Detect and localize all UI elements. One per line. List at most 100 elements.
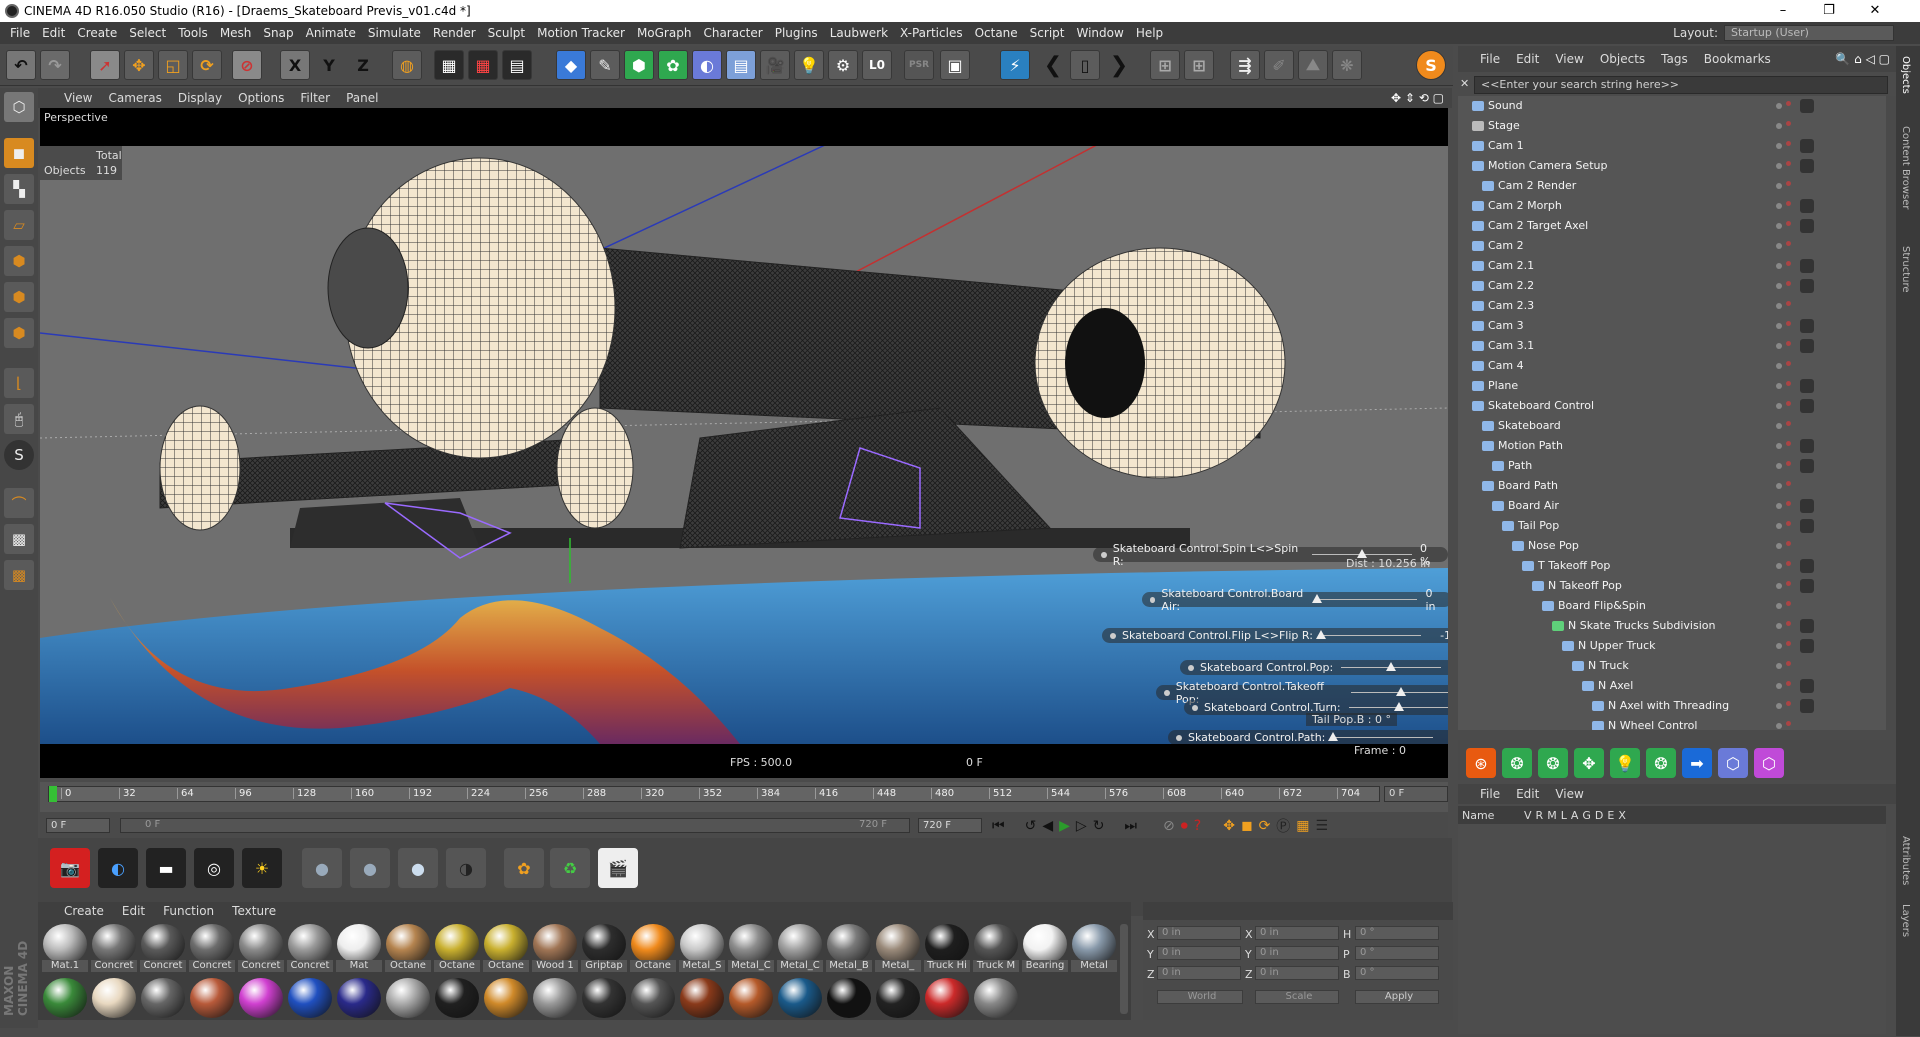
- render-dot[interactable]: [1786, 721, 1791, 726]
- material-swatch[interactable]: [238, 978, 284, 1028]
- om-menu-view[interactable]: View: [1555, 52, 1583, 66]
- object-row[interactable]: Cam 2: [1458, 236, 1898, 256]
- visibility-dot[interactable]: [1776, 183, 1782, 189]
- tag-icon[interactable]: [1800, 159, 1814, 173]
- object-row[interactable]: Skateboard Control: [1458, 396, 1898, 416]
- material-swatch[interactable]: Metal_B: [826, 924, 872, 974]
- vp-menu-display[interactable]: Display: [178, 91, 222, 105]
- hud-slider-knob[interactable]: [1312, 594, 1323, 603]
- visibility-dot[interactable]: [1776, 663, 1782, 669]
- hud-slider[interactable]: Skateboard Control.Board Air: 0 in: [1142, 587, 1448, 613]
- menu-sculpt[interactable]: Sculpt: [484, 26, 533, 40]
- visibility-dot[interactable]: [1776, 463, 1782, 469]
- rot-b-field[interactable]: 0 °: [1355, 966, 1439, 980]
- menu-snap[interactable]: Snap: [259, 26, 301, 40]
- visibility-dot[interactable]: [1776, 503, 1782, 509]
- python-icon[interactable]: ⚡: [1000, 50, 1030, 80]
- render-dot[interactable]: [1786, 281, 1791, 286]
- make-editable-icon[interactable]: ⬡: [4, 92, 34, 122]
- tag-icon[interactable]: [1800, 459, 1814, 473]
- material-swatch[interactable]: [385, 978, 431, 1028]
- paint-icon[interactable]: ✐: [1264, 50, 1294, 80]
- menu-help[interactable]: Help: [1132, 26, 1171, 40]
- hud-slider[interactable]: Skateboard Control.Flip L<>Flip R: -100 %: [1102, 628, 1448, 643]
- move-tool-icon[interactable]: ✥: [124, 50, 154, 80]
- scale-tool-icon[interactable]: ◱: [158, 50, 188, 80]
- menu-x-particles[interactable]: X-Particles: [896, 26, 971, 40]
- tab-attributes[interactable]: Attributes: [1900, 836, 1911, 885]
- pos-x-field[interactable]: 0 in: [1157, 926, 1241, 940]
- grid-snap-icon[interactable]: ⊞: [1150, 50, 1180, 80]
- tag-icon[interactable]: [1800, 139, 1814, 153]
- material-swatch[interactable]: [287, 978, 333, 1028]
- material-swatch[interactable]: Octane: [434, 924, 480, 974]
- key-pla-icon[interactable]: ▦: [1296, 818, 1309, 834]
- render-dot[interactable]: [1786, 661, 1791, 666]
- menu-render[interactable]: Render: [429, 26, 484, 40]
- rotate-tool-icon[interactable]: ⟳: [192, 50, 222, 80]
- material-swatch[interactable]: [483, 978, 529, 1028]
- hud-slider-track[interactable]: [1328, 732, 1434, 741]
- menu-script[interactable]: Script: [1026, 26, 1073, 40]
- object-row[interactable]: N Truck: [1458, 656, 1898, 676]
- octane-daylight-icon[interactable]: ◐: [98, 848, 138, 888]
- texture-mode-icon[interactable]: ▚: [4, 174, 34, 204]
- timeline-ruler[interactable]: 0 32 64 96 128 160 192 224 256 288 320 352 384 416 448…: [48, 786, 1380, 802]
- tag2-icon[interactable]: ❂: [1502, 748, 1532, 778]
- material-swatch[interactable]: Wood 1: [532, 924, 578, 974]
- material-swatch[interactable]: Concret: [287, 924, 333, 974]
- render-dot[interactable]: [1786, 321, 1791, 326]
- spline-pen-icon[interactable]: ✎: [590, 50, 620, 80]
- tag-icon[interactable]: [1800, 379, 1814, 393]
- object-row[interactable]: Path: [1458, 456, 1898, 476]
- object-row[interactable]: Cam 3: [1458, 316, 1898, 336]
- array-icon[interactable]: ✿: [658, 50, 688, 80]
- object-row[interactable]: Cam 2.1: [1458, 256, 1898, 276]
- material-swatch[interactable]: Octane: [483, 924, 529, 974]
- menu-laubwerk[interactable]: Laubwerk: [826, 26, 896, 40]
- timeline-menu-icon[interactable]: ☰: [1316, 818, 1329, 834]
- auto-key-icon[interactable]: ⏺: [1181, 818, 1188, 834]
- visibility-dot[interactable]: [1776, 643, 1782, 649]
- material-swatch[interactable]: [973, 978, 1019, 1028]
- material-swatch[interactable]: Metal_C: [777, 924, 823, 974]
- previous-icon[interactable]: ❮: [1038, 50, 1068, 80]
- tag-icon[interactable]: [1800, 319, 1814, 333]
- object-row[interactable]: Stage: [1458, 116, 1898, 136]
- rot-p-field[interactable]: 0 °: [1355, 946, 1439, 960]
- material-swatch[interactable]: [679, 978, 725, 1028]
- mat-menu-texture[interactable]: Texture: [232, 904, 276, 918]
- hud-slider-track[interactable]: [1312, 594, 1418, 603]
- render-dot[interactable]: [1786, 101, 1791, 106]
- visibility-dot[interactable]: [1776, 223, 1782, 229]
- size-y-field[interactable]: 0 in: [1255, 946, 1339, 960]
- menu-animate[interactable]: Animate: [302, 26, 364, 40]
- render-dot[interactable]: [1786, 201, 1791, 206]
- visibility-dot[interactable]: [1776, 283, 1782, 289]
- tag-icon[interactable]: [1800, 519, 1814, 533]
- material-swatch[interactable]: [42, 978, 88, 1028]
- octane-diffuse-icon[interactable]: ●: [302, 848, 342, 888]
- tab-content-browser[interactable]: Content Browser: [1900, 126, 1911, 209]
- octane-mix-icon[interactable]: ◑: [446, 848, 486, 888]
- render-dot[interactable]: [1786, 701, 1791, 706]
- deformer-icon[interactable]: ◐: [692, 50, 722, 80]
- hud-slider[interactable]: Skateboard Control.Path:0 %: [1168, 730, 1448, 745]
- menu-create[interactable]: Create: [73, 26, 125, 40]
- render-dot[interactable]: [1786, 301, 1791, 306]
- visibility-dot[interactable]: [1776, 383, 1782, 389]
- material-swatch[interactable]: Octane: [630, 924, 676, 974]
- key-rotation-icon[interactable]: ⟳: [1259, 818, 1271, 834]
- object-row[interactable]: Cam 1: [1458, 136, 1898, 156]
- tweak-mode-icon[interactable]: 🖰: [4, 404, 34, 434]
- visibility-dot[interactable]: [1776, 523, 1782, 529]
- visibility-dot[interactable]: [1776, 603, 1782, 609]
- tag-icon[interactable]: [1800, 679, 1814, 693]
- object-row[interactable]: N Axel: [1458, 676, 1898, 696]
- material-swatch[interactable]: [777, 978, 823, 1028]
- tag-icon[interactable]: [1800, 699, 1814, 713]
- s-plugin-icon[interactable]: S: [1416, 50, 1446, 80]
- tag6-icon[interactable]: ❂: [1646, 748, 1676, 778]
- points-mode-icon[interactable]: ⬢: [4, 246, 34, 276]
- close-button[interactable]: ✕: [1852, 0, 1898, 22]
